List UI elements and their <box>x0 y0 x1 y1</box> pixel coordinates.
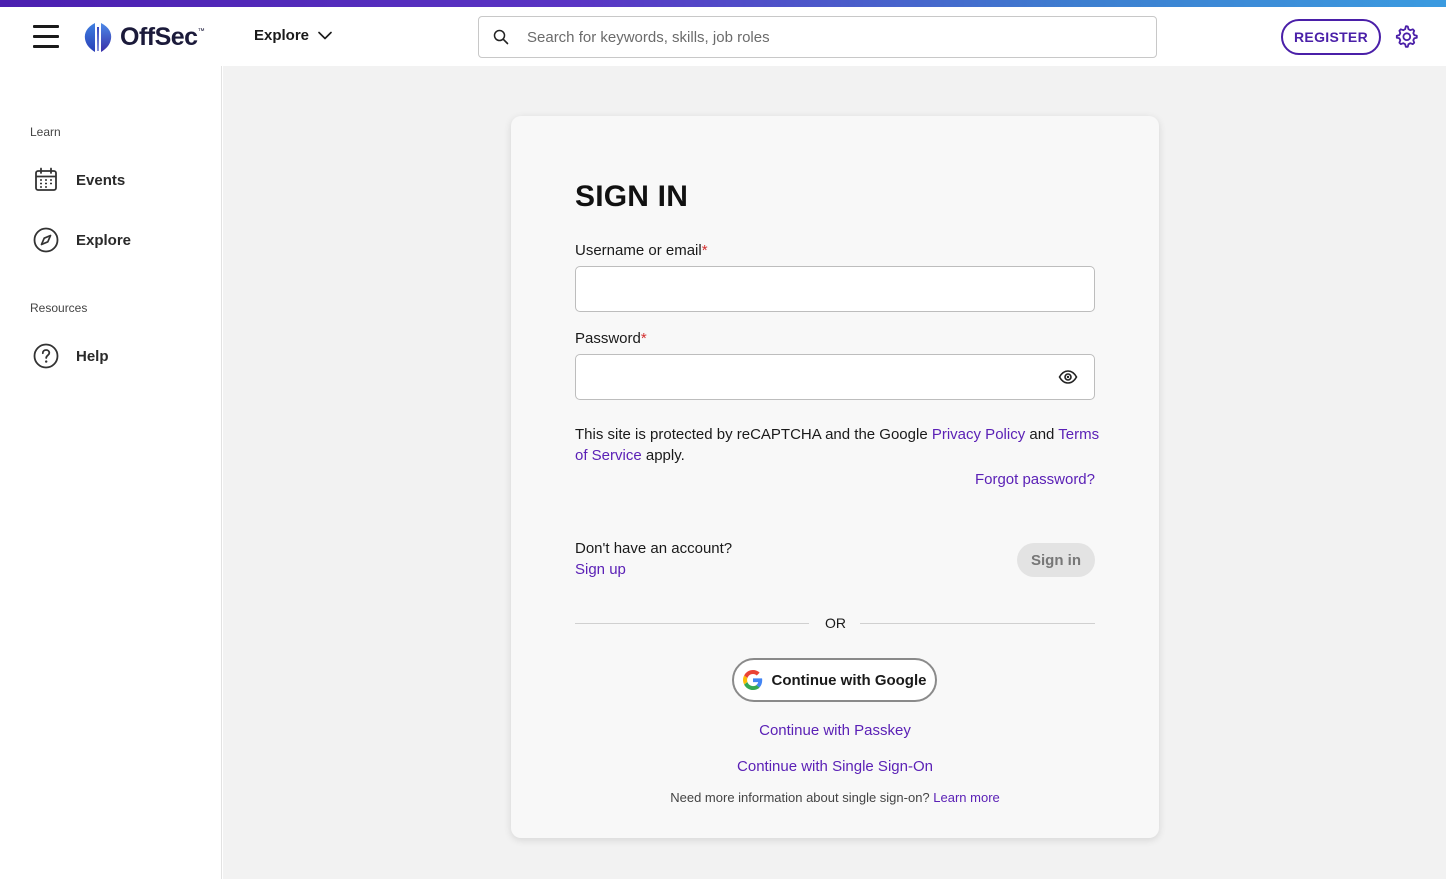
or-divider-text: OR <box>825 615 846 631</box>
sidebar-section-learn: Learn <box>30 125 61 139</box>
logo-text: OffSec <box>120 22 198 51</box>
top-header: OffSec ™ Explore REGISTER <box>0 7 1446 66</box>
logo-trademark: ™ <box>197 27 205 35</box>
explore-dropdown[interactable]: Explore <box>254 27 332 44</box>
sidebar-item-label: Explore <box>76 231 132 249</box>
chevron-down-icon <box>318 31 332 40</box>
google-button-label: Continue with Google <box>771 671 927 689</box>
sidebar-item-help[interactable]: Help <box>32 342 109 370</box>
learn-more-link[interactable]: Learn more <box>933 790 999 805</box>
sidebar-item-label: Events <box>76 171 126 189</box>
sidebar-item-events[interactable]: Events <box>32 166 125 194</box>
continue-with-sso-link[interactable]: Continue with Single Sign-On <box>737 758 933 775</box>
divider-right <box>860 623 1095 624</box>
offsec-logo-icon <box>84 23 112 52</box>
main-content: SIGN IN Username or email* Password* Thi… <box>223 66 1446 879</box>
register-button[interactable]: REGISTER <box>1281 19 1381 55</box>
username-label: Username or email* <box>575 242 708 259</box>
divider-left <box>575 623 809 624</box>
help-icon <box>33 343 59 369</box>
sidebar: Learn Events Explore Resources Help <box>0 66 222 879</box>
password-label: Password* <box>575 330 647 347</box>
search-icon <box>493 29 509 45</box>
no-account-text: Don't have an account? <box>575 540 733 557</box>
hamburger-menu-icon[interactable] <box>33 25 59 48</box>
passkey-link-row: Continue with Passkey <box>511 722 1159 739</box>
signin-card: SIGN IN Username or email* Password* Thi… <box>511 116 1159 838</box>
sso-info-text: Need more information about single sign-… <box>670 790 1000 805</box>
password-field[interactable] <box>575 354 1095 400</box>
privacy-policy-link[interactable]: Privacy Policy <box>932 426 1025 443</box>
sign-in-button[interactable]: Sign in <box>1017 543 1095 577</box>
explore-dropdown-label: Explore <box>254 27 310 44</box>
calendar-icon <box>35 167 57 191</box>
continue-with-google-button[interactable]: Continue with Google <box>732 658 937 702</box>
search-bar[interactable] <box>478 16 1157 58</box>
search-input[interactable] <box>527 27 1127 47</box>
username-field[interactable] <box>575 266 1095 312</box>
sidebar-item-explore[interactable]: Explore <box>32 226 131 254</box>
eye-icon[interactable] <box>1058 369 1078 385</box>
sign-up-link[interactable]: Sign up <box>575 561 626 578</box>
username-input[interactable] <box>588 279 1048 299</box>
password-input[interactable] <box>588 367 1048 387</box>
gear-icon[interactable] <box>1394 24 1418 48</box>
forgot-password-link[interactable]: Forgot password? <box>975 471 1095 488</box>
sidebar-item-label: Help <box>76 347 109 365</box>
sidebar-section-resources: Resources <box>30 301 88 315</box>
recaptcha-notice: This site is protected by reCAPTCHA and … <box>575 426 1100 464</box>
offsec-logo[interactable]: OffSec ™ <box>82 21 205 53</box>
google-icon <box>742 670 762 690</box>
page-title: SIGN IN <box>575 180 689 213</box>
compass-icon <box>33 227 59 253</box>
top-accent-stripe <box>0 0 1446 7</box>
continue-with-passkey-link[interactable]: Continue with Passkey <box>759 722 911 739</box>
sso-link-row: Continue with Single Sign-On <box>511 758 1159 775</box>
